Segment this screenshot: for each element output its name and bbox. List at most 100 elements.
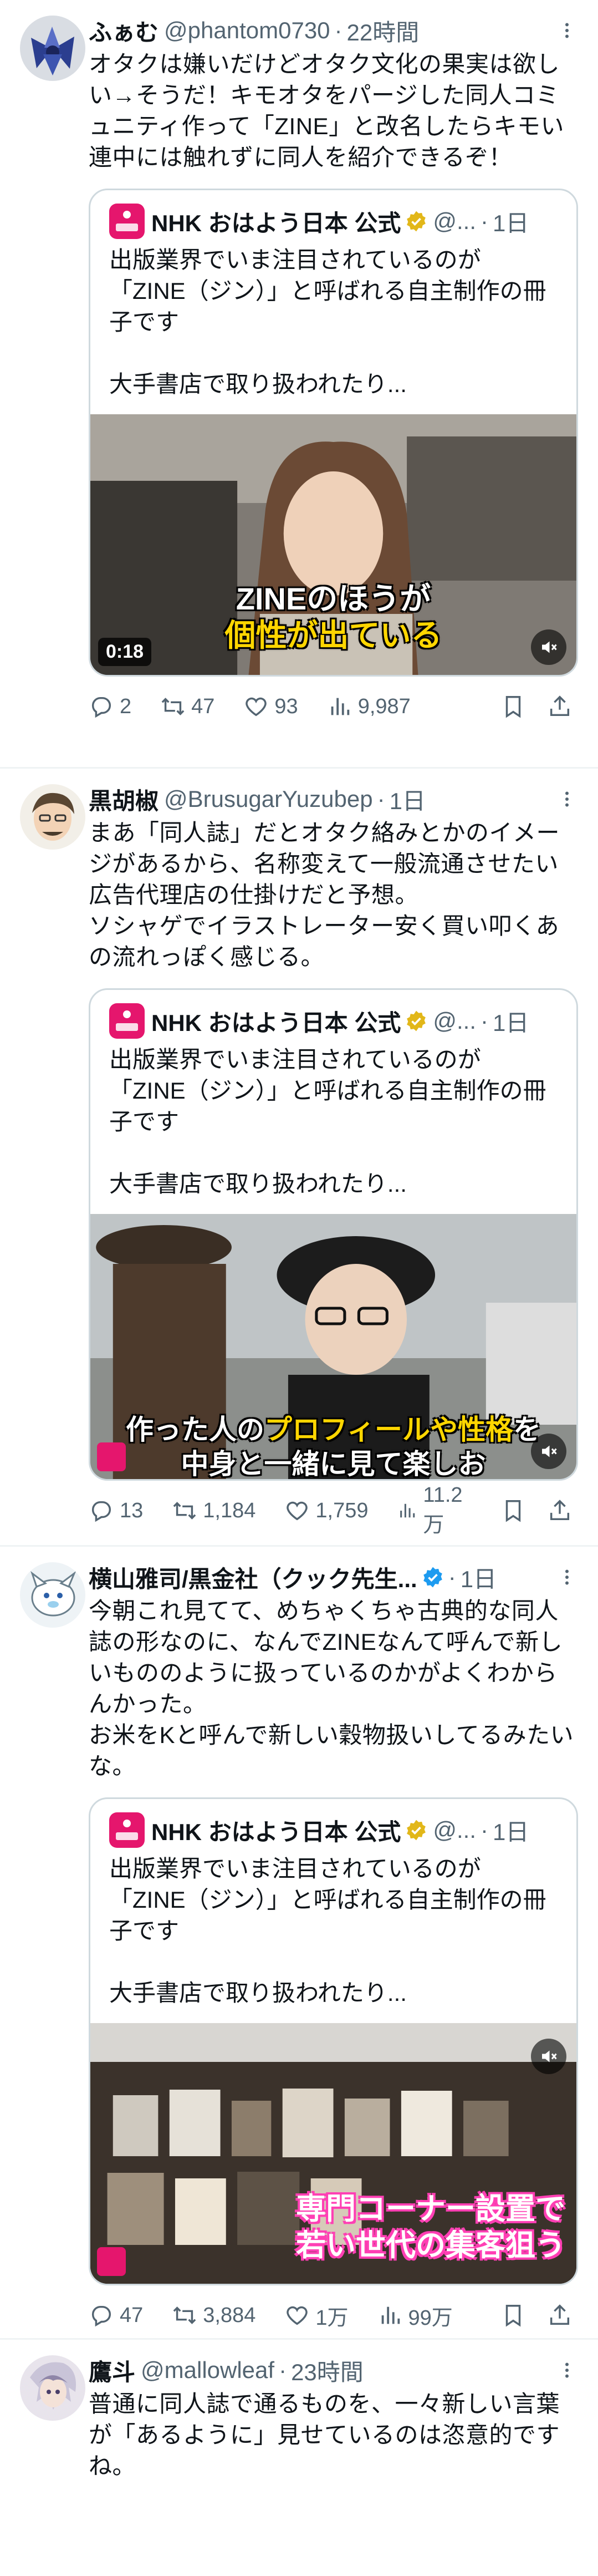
retweet-count: 47: [191, 694, 215, 718]
tweet[interactable]: 横山雅司/黒金社（クック先生... · 1日 今朝これ見てて、めちゃくちゃ古典的…: [0, 1547, 598, 2340]
avatar[interactable]: [20, 1562, 85, 1628]
like-button[interactable]: 1万: [284, 2300, 349, 2331]
views-icon: [381, 2306, 400, 2324]
video-caption-line: 若い世代の集客狙う: [296, 2229, 565, 2262]
nhk-logo-avatar[interactable]: [109, 1812, 145, 1848]
tweet[interactable]: 黒胡椒 @BrusugarYuzubep · 1日 まあ「同人誌」だとオタク絡み…: [0, 769, 598, 1547]
retweet-icon: [173, 1502, 196, 1520]
timestamp[interactable]: 1日: [390, 783, 426, 816]
reply-icon: [91, 1501, 111, 1522]
views-button[interactable]: 11.2万: [397, 1483, 472, 1538]
verified-gold-icon: [407, 1820, 426, 1841]
quoted-tweet-text: 出版業界でいま注目されているのが 「ZINE（ジン）」と呼ばれる自主制作の冊子で…: [109, 1856, 546, 2006]
user-handle[interactable]: @mallowleaf: [141, 2357, 274, 2384]
retweet-button[interactable]: 3,884: [172, 2303, 255, 2328]
display-name[interactable]: 横山雅司/黒金社（クック先生...: [89, 1561, 417, 1594]
timestamp[interactable]: 22時間: [347, 14, 420, 48]
views-button[interactable]: 9,987: [327, 694, 411, 719]
more-icon[interactable]: [556, 784, 578, 814]
more-icon[interactable]: [556, 1562, 578, 1592]
mute-icon[interactable]: [531, 2039, 566, 2074]
quoted-handle[interactable]: @...: [433, 1817, 476, 1843]
user-handle[interactable]: @phantom0730: [164, 17, 330, 44]
avatar[interactable]: [20, 2355, 85, 2421]
timestamp[interactable]: 1日: [461, 1561, 497, 1594]
like-count: 93: [274, 694, 298, 718]
retweet-button[interactable]: 1,184: [172, 1498, 255, 1523]
quoted-tweet[interactable]: NHK おはよう日本 公式 @... · 1日 出版業界でいま注目されているのが…: [89, 189, 578, 677]
views-button[interactable]: 99万: [377, 2300, 453, 2331]
share-icon: [550, 695, 570, 717]
quoted-timestamp[interactable]: 1日: [493, 205, 529, 238]
like-button[interactable]: 1,759: [284, 1498, 368, 1523]
display-name[interactable]: 鷹斗: [89, 2354, 135, 2387]
quoted-display-name[interactable]: NHK おはよう日本 公式: [151, 205, 401, 238]
bookmark-icon: [505, 696, 521, 718]
bookmark-button[interactable]: [500, 694, 531, 719]
quoted-handle[interactable]: @...: [433, 1008, 476, 1034]
user-handle[interactable]: @BrusugarYuzubep: [164, 786, 373, 812]
retweet-button[interactable]: 47: [160, 694, 214, 719]
quoted-timestamp[interactable]: 1日: [493, 1004, 529, 1038]
tweet[interactable]: 鷹斗 @mallowleaf · 23時間 普通に同人誌で通るものを、一々新しい…: [0, 2340, 598, 2576]
bookmark-icon: [505, 1500, 521, 1522]
verified-gold-icon: [407, 1010, 426, 1032]
display-name[interactable]: ふぁむ: [89, 14, 159, 48]
quoted-display-name[interactable]: NHK おはよう日本 公式: [151, 1004, 401, 1038]
mute-icon[interactable]: [531, 1434, 566, 1469]
like-icon: [246, 697, 267, 717]
more-icon[interactable]: [556, 2355, 578, 2385]
reply-button[interactable]: 47: [89, 2303, 143, 2328]
separator-dot: ·: [481, 1008, 488, 1034]
quoted-tweet[interactable]: NHK おはよう日本 公式 @... · 1日 出版業界でいま注目されているのが…: [89, 1797, 578, 2285]
video-player[interactable]: ZINEのほうが 個性が出ている 0:18: [90, 414, 576, 675]
share-icon: [550, 2304, 570, 2325]
share-icon: [550, 1500, 570, 1521]
tweet-header: ふぁむ @phantom0730 · 22時間: [89, 16, 578, 45]
share-button[interactable]: [547, 2303, 578, 2328]
tweet-actions: 2 47 93 9,987: [89, 677, 578, 736]
avatar[interactable]: [20, 16, 85, 81]
quoted-tweet-header: NHK おはよう日本 公式 @... · 1日: [90, 190, 576, 239]
nhk-logo-avatar[interactable]: [109, 204, 145, 239]
reply-count: 13: [120, 1498, 144, 1522]
tweet-text: 今朝これ見てて、めちゃくちゃ古典的な同人誌の形なのに、なんでZINEなんて呼んで…: [89, 1598, 574, 1779]
tweet[interactable]: ふぁむ @phantom0730 · 22時間 オタクは嫌いだけどオタク文化の果…: [0, 0, 598, 769]
like-button[interactable]: 93: [243, 694, 298, 719]
retweet-count: 3,884: [203, 2303, 256, 2327]
timestamp[interactable]: 23時間: [291, 2354, 364, 2387]
separator-dot: ·: [279, 2357, 287, 2383]
share-button[interactable]: [547, 1498, 578, 1523]
separator-dot: ·: [481, 1817, 488, 1843]
reply-button[interactable]: 13: [89, 1498, 143, 1523]
tweet-text: まあ「同人誌」だとオタク絡みとかのイメージがあるから、名称変えて一般流通させたい…: [89, 820, 560, 970]
video-caption-line: 中身と一緒に見て楽しお: [181, 1449, 486, 1479]
quoted-tweet-header: NHK おはよう日本 公式 @... · 1日: [90, 1799, 576, 1848]
video-duration: 0:18: [98, 638, 152, 666]
more-icon[interactable]: [556, 16, 578, 45]
nhk-logo-avatar[interactable]: [109, 1003, 145, 1039]
avatar[interactable]: [20, 784, 85, 850]
display-name[interactable]: 黒胡椒: [89, 783, 159, 816]
separator-dot: ·: [377, 786, 385, 812]
video-player[interactable]: 専門コーナー設置で 若い世代の集客狙う: [90, 2023, 576, 2284]
bookmark-button[interactable]: [500, 1498, 531, 1523]
views-icon: [331, 698, 349, 715]
quoted-handle[interactable]: @...: [433, 208, 476, 235]
tweet-actions: 47 3,884 1万 99万: [89, 2285, 578, 2345]
verified-blue-icon: [423, 1567, 442, 1588]
reply-button[interactable]: 2: [89, 694, 131, 719]
bookmark-button[interactable]: [500, 2303, 531, 2328]
video-player[interactable]: 作った人のプロフィールや性格を 中身と一緒に見て楽しお: [90, 1214, 576, 1479]
view-count: 99万: [408, 2306, 453, 2330]
mute-icon[interactable]: [531, 629, 566, 665]
timeline-feed: ふぁむ @phantom0730 · 22時間 オタクは嫌いだけどオタク文化の果…: [0, 0, 598, 2576]
separator-dot: ·: [334, 17, 343, 43]
quoted-tweet[interactable]: NHK おはよう日本 公式 @... · 1日 出版業界でいま注目されているのが…: [89, 988, 578, 1481]
reply-count: 47: [120, 2303, 144, 2327]
video-caption-line: 専門コーナー設置で: [296, 2192, 565, 2226]
quoted-display-name[interactable]: NHK おはよう日本 公式: [151, 1813, 401, 1847]
quoted-timestamp[interactable]: 1日: [493, 1813, 529, 1847]
share-button[interactable]: [547, 694, 578, 719]
like-icon: [287, 2306, 308, 2325]
